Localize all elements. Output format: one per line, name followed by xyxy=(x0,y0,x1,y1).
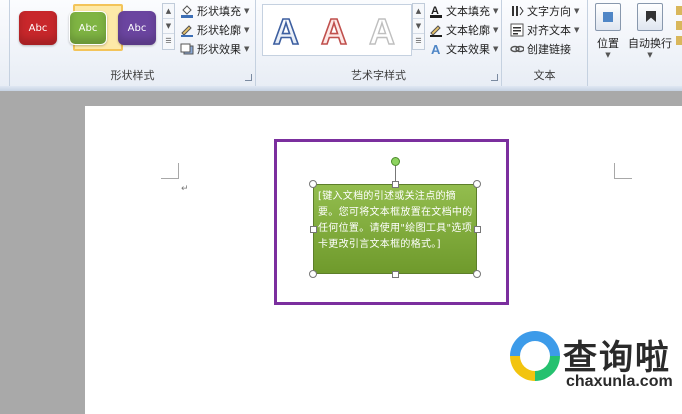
shape-styles-group-label: 形状样式 xyxy=(110,69,155,82)
text-fill-button[interactable]: A 文本填充 ▼ xyxy=(428,2,498,19)
position-icon xyxy=(595,3,621,31)
wrap-text-icon xyxy=(637,3,663,31)
wordart-style-red-button[interactable]: A xyxy=(320,10,348,53)
watermark-url: chaxunla.com xyxy=(566,373,673,390)
gallery-more-icon[interactable]: ☰ xyxy=(163,34,174,49)
wordart-styles-launcher-icon[interactable] xyxy=(491,74,498,81)
align-text-icon xyxy=(509,23,524,37)
shape-styles-gallery-scroll[interactable]: ▲ ▼ ☰ xyxy=(162,3,175,50)
wrap-text-label: 自动换行 xyxy=(628,37,672,50)
text-fill-label: 文本填充 xyxy=(446,4,490,18)
shape-effects-icon xyxy=(179,42,194,56)
pen-outline-icon xyxy=(179,23,194,37)
margin-corner-top-right xyxy=(614,163,632,179)
shape-effects-dropdown-icon[interactable]: ▼ xyxy=(244,45,249,53)
text-fill-dropdown-icon[interactable]: ▼ xyxy=(493,7,498,15)
wrap-text-button[interactable]: 自动换行 ▼ xyxy=(626,3,674,59)
resize-handle-bottom-right[interactable] xyxy=(473,270,481,278)
shape-effects-button[interactable]: 形状效果 ▼ xyxy=(179,40,249,57)
text-direction-button[interactable]: 文字方向 ▼ xyxy=(509,2,579,19)
wordart-down-arrow-icon[interactable]: ▼ xyxy=(413,19,424,34)
shape-outline-label: 形状轮廓 xyxy=(197,23,241,37)
gallery-up-arrow-icon[interactable]: ▲ xyxy=(163,4,174,19)
wordart-gallery[interactable]: A A A xyxy=(262,4,412,56)
text-outline-button[interactable]: 文本轮廓 ▼ xyxy=(428,21,498,38)
ribbon-overflow-edge xyxy=(676,6,682,54)
resize-handle-top[interactable] xyxy=(392,181,399,188)
ribbon: Abc Abc Abc ▲ ▼ ☰ 形状填充 ▼ 形状轮廓 ▼ 形状效果 ▼ 形… xyxy=(0,0,682,88)
wordart-style-gray-button[interactable]: A xyxy=(368,10,395,53)
text-outline-dropdown-icon[interactable]: ▼ xyxy=(493,26,498,34)
shape-style-purple-button[interactable]: Abc xyxy=(118,11,156,45)
shape-style-red-button[interactable]: Abc xyxy=(19,11,57,45)
create-link-label: 创建链接 xyxy=(527,42,571,56)
position-label: 位置 xyxy=(597,37,619,50)
shape-fill-label: 形状填充 xyxy=(197,4,241,18)
resize-handle-bottom-left[interactable] xyxy=(309,270,317,278)
shape-fill-button[interactable]: 形状填充 ▼ xyxy=(179,2,249,19)
watermark-title: 查询啦 xyxy=(563,338,671,378)
text-direction-label: 文字方向 xyxy=(527,4,571,18)
text-group-label: 文本 xyxy=(533,69,556,82)
wordart-style-blue-button[interactable]: A xyxy=(272,10,300,53)
gallery-down-arrow-icon[interactable]: ▼ xyxy=(163,19,174,34)
wordart-gallery-scroll[interactable]: ▲ ▼ ☰ xyxy=(412,3,425,50)
wordart-up-arrow-icon[interactable]: ▲ xyxy=(413,4,424,19)
svg-text:A: A xyxy=(431,42,441,56)
text-effects-dropdown-icon[interactable]: ▼ xyxy=(493,45,498,53)
paragraph-mark-icon: ↵ xyxy=(181,184,189,194)
wordart-more-icon[interactable]: ☰ xyxy=(413,34,424,49)
resize-handle-right[interactable] xyxy=(474,226,481,233)
resize-handle-bottom[interactable] xyxy=(392,271,399,278)
position-button[interactable]: 位置 ▼ xyxy=(592,3,624,59)
create-link-button[interactable]: 创建链接 xyxy=(509,40,571,57)
text-direction-dropdown-icon[interactable]: ▼ xyxy=(574,7,579,15)
wordart-styles-group-label: 艺术字样式 xyxy=(351,69,406,82)
shape-style-green-button[interactable]: Abc xyxy=(69,11,107,45)
text-outline-icon xyxy=(428,23,443,37)
create-link-icon xyxy=(509,42,524,56)
resize-handle-left[interactable] xyxy=(310,226,317,233)
ribbon-bottom-border xyxy=(0,86,682,91)
text-effects-label: 文本效果 xyxy=(446,42,490,56)
text-direction-icon xyxy=(509,4,524,18)
text-fill-icon: A xyxy=(428,4,443,18)
ribbon-group-shape-styles: Abc Abc Abc ▲ ▼ ☰ 形状填充 ▼ 形状轮廓 ▼ 形状效果 ▼ 形… xyxy=(10,0,256,86)
ribbon-group-previous xyxy=(0,0,10,86)
quote-text[interactable]: [键入文档的引述或关注点的摘要。您可将文本框放置在文档中的任何位置。请使用"绘图… xyxy=(318,189,474,253)
text-effects-icon: A xyxy=(428,42,443,56)
watermark-logo-center xyxy=(520,341,550,371)
paint-bucket-icon xyxy=(179,4,194,18)
resize-handle-top-right[interactable] xyxy=(473,180,481,188)
margin-corner-top-left xyxy=(161,163,179,179)
align-text-dropdown-icon[interactable]: ▼ xyxy=(574,26,579,34)
shape-styles-launcher-icon[interactable] xyxy=(245,74,252,81)
position-dropdown-icon[interactable]: ▼ xyxy=(592,51,624,59)
align-text-button[interactable]: 对齐文本 ▼ xyxy=(509,21,579,38)
text-outline-label: 文本轮廓 xyxy=(446,23,490,37)
shape-outline-button[interactable]: 形状轮廓 ▼ xyxy=(179,21,249,38)
shape-outline-dropdown-icon[interactable]: ▼ xyxy=(244,26,249,34)
wrap-text-dropdown-icon[interactable]: ▼ xyxy=(626,51,674,59)
align-text-label: 对齐文本 xyxy=(527,23,571,37)
shape-fill-dropdown-icon[interactable]: ▼ xyxy=(244,7,249,15)
shape-effects-label: 形状效果 xyxy=(197,42,241,56)
rotation-handle-icon[interactable] xyxy=(391,157,400,166)
resize-handle-top-left[interactable] xyxy=(309,180,317,188)
text-effects-button[interactable]: A 文本效果 ▼ xyxy=(428,40,499,57)
